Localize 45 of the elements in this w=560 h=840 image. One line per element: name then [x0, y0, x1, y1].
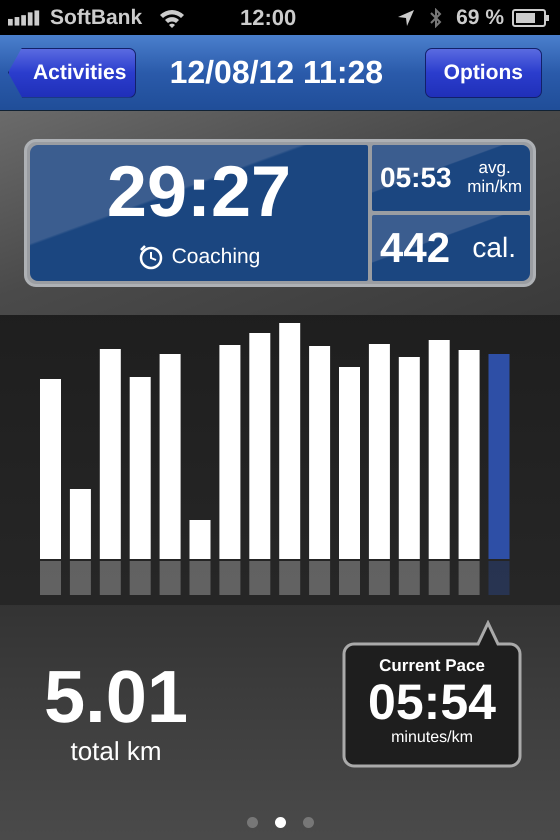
- battery-icon: [512, 8, 550, 26]
- calories-unit: cal.: [472, 232, 516, 264]
- bar-reflection: [428, 561, 450, 595]
- battery-percent: 69 %: [456, 6, 504, 30]
- bar: [70, 489, 91, 559]
- bar-reflection: [309, 561, 330, 595]
- bar-reflection: [488, 561, 510, 595]
- calories-value: 442: [380, 224, 450, 272]
- current-pace-title: Current Pace: [379, 656, 485, 676]
- page-dot[interactable]: [246, 817, 258, 828]
- unit-label: min/km: [467, 178, 522, 197]
- alarm-clock-icon: [138, 244, 164, 270]
- page-dot[interactable]: [274, 817, 286, 828]
- carrier-name: SoftBank: [50, 6, 142, 30]
- location-arrow-icon: [398, 10, 414, 26]
- duration-value: 29:27: [106, 156, 292, 228]
- status-time: 12:00: [240, 5, 296, 31]
- signal-icon: [8, 10, 42, 26]
- bar-reflection: [368, 561, 390, 595]
- page-dot[interactable]: [302, 817, 314, 828]
- bar-reflection: [160, 561, 181, 595]
- distance-value: 5.01: [44, 660, 188, 734]
- unit-label: avg.: [478, 159, 511, 178]
- nav-title: 12/08/12 11:28: [170, 54, 384, 91]
- bar-reflection: [219, 561, 240, 595]
- distance-label: total km: [70, 736, 162, 767]
- bar-reflection: [398, 561, 420, 595]
- bar-reflection: [458, 561, 480, 595]
- bar-reflection: [279, 561, 300, 595]
- current-pace-value: 05:54: [368, 676, 496, 728]
- back-button[interactable]: Activities: [8, 48, 136, 98]
- bar-reflection: [70, 561, 91, 595]
- coaching-label: Coaching: [172, 245, 260, 269]
- bar-reflection: [40, 561, 61, 595]
- bar-reflection: [190, 561, 210, 595]
- bar: [190, 520, 210, 559]
- bar-reflection: [130, 561, 151, 595]
- current-pace-unit: minutes/km: [391, 728, 473, 746]
- wifi-icon: [158, 8, 186, 28]
- options-button[interactable]: Options: [424, 48, 542, 98]
- bluetooth-icon: [430, 8, 442, 28]
- bar-reflection: [339, 561, 360, 595]
- bar-reflection: [249, 561, 270, 595]
- avg-pace-value: 05:53: [380, 162, 452, 194]
- bar-reflection: [100, 561, 121, 595]
